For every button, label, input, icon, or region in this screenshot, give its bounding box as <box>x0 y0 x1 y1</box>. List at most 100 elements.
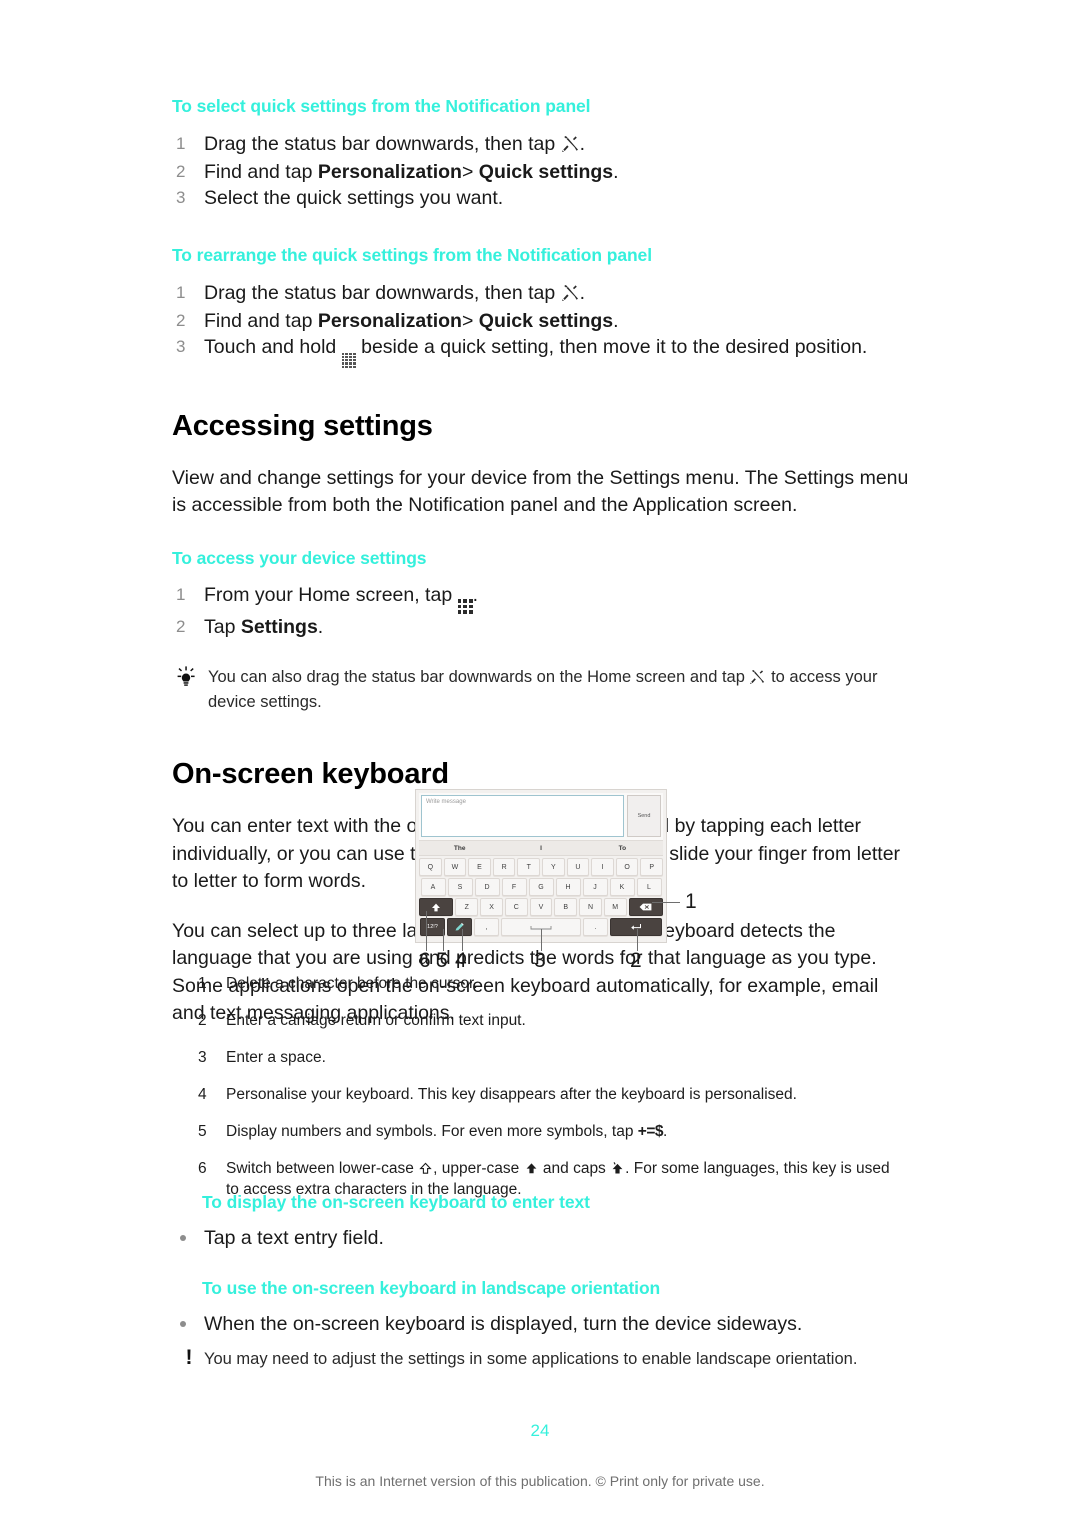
keyboard-rows: Q W E R T Y U I O P A S D F G H J K L Z … <box>418 856 664 936</box>
shift-key[interactable] <box>418 898 454 916</box>
note-text: You may need to adjust the settings in s… <box>204 1350 858 1368</box>
key-u[interactable]: U <box>566 858 590 876</box>
lightbulb-tip-icon <box>174 666 200 688</box>
heading-display-keyboard: To display the on-screen keyboard to ent… <box>202 1192 590 1212</box>
callout-number-5: 5 <box>436 949 448 972</box>
key-j[interactable]: J <box>582 878 608 896</box>
step-item: 2 Tap Settings. <box>172 614 912 640</box>
keyboard-legend-list: 1 Delete a character before the cursor. 2… <box>198 973 898 1216</box>
key-a[interactable]: A <box>420 878 446 896</box>
step-item: 3 Touch and hold beside a quick setting, … <box>172 334 912 368</box>
step-text-tail: . <box>472 583 479 606</box>
step-bold-term: Quick settings <box>478 310 614 332</box>
legend-number: 3 <box>198 1049 207 1066</box>
key-n[interactable]: N <box>579 898 602 916</box>
key-e[interactable]: E <box>468 858 491 876</box>
suggestion-item[interactable]: To <box>582 845 663 852</box>
key-w[interactable]: W <box>443 858 467 876</box>
shift-uppercase-icon <box>525 1160 538 1174</box>
bullet-dot <box>180 1321 186 1327</box>
step-bold-term: Personalization <box>317 310 462 332</box>
key-o[interactable]: O <box>615 858 639 876</box>
step-bold-term: Quick settings <box>478 161 614 183</box>
legend-text: Personalise your keyboard. This key disa… <box>226 1086 797 1103</box>
step-item: 3 Select the quick settings you want. <box>172 185 912 211</box>
comma-key[interactable]: , <box>474 918 499 936</box>
step-number: 3 <box>176 188 186 207</box>
step-text-tail: . <box>613 310 619 332</box>
key-m[interactable]: M <box>603 898 627 916</box>
callout-number-4: 4 <box>455 949 467 972</box>
step-text-tail: . <box>317 616 324 639</box>
key-f[interactable]: F <box>501 878 527 896</box>
key-q[interactable]: Q <box>419 858 442 876</box>
key-i[interactable]: I <box>591 858 614 876</box>
suggestion-item[interactable]: I <box>500 845 581 852</box>
legend-text: Display numbers and symbols. For even mo… <box>226 1123 638 1140</box>
key-v[interactable]: V <box>529 898 553 916</box>
callout-leader-2 <box>637 929 638 951</box>
key-b[interactable]: B <box>554 898 578 916</box>
legend-item: 1 Delete a character before the cursor. <box>198 973 898 994</box>
suggestion-item[interactable]: The <box>419 845 500 852</box>
step-text: Touch and hold <box>204 336 342 358</box>
legend-number: 1 <box>198 975 207 992</box>
personalise-key[interactable] <box>447 918 472 936</box>
keyboard-figure: Write message Send The I To Q W E R T Y … <box>415 789 697 972</box>
key-z[interactable]: Z <box>455 898 479 916</box>
key-g[interactable]: G <box>528 878 554 896</box>
bottom-sections: To display the on-screen keyboard to ent… <box>172 1192 912 1371</box>
callout-leader-5 <box>443 929 444 951</box>
key-t[interactable]: T <box>517 858 540 876</box>
key-y[interactable]: Y <box>542 858 565 876</box>
key-r[interactable]: R <box>492 858 516 876</box>
key-c[interactable]: C <box>504 898 528 916</box>
drag-handle-icon <box>341 352 356 368</box>
backspace-key[interactable] <box>628 898 664 916</box>
legend-item: 5 Display numbers and symbols. For even m… <box>198 1121 898 1142</box>
heading-landscape-keyboard: To use the on-screen keyboard in landsca… <box>202 1278 661 1298</box>
step-item: 1 Drag the status bar downwards, then tap… <box>172 131 912 159</box>
keyboard-row-2: A S D F G H J K L <box>419 878 663 896</box>
compose-area: Write message Send <box>419 793 663 840</box>
settings-wrench-icon <box>561 282 579 308</box>
key-d[interactable]: D <box>474 878 500 896</box>
key-h[interactable]: H <box>555 878 581 896</box>
key-x[interactable]: X <box>480 898 503 916</box>
send-button[interactable]: Send <box>627 795 661 837</box>
symbol-key-label: +=$ <box>637 1123 664 1140</box>
suggestion-bar: The I To <box>419 840 663 856</box>
period-key[interactable]: . <box>583 918 608 936</box>
key-p[interactable]: P <box>640 858 663 876</box>
legend-item: 4 Personalise your keyboard. This key dis… <box>198 1084 898 1105</box>
legend-number: 2 <box>198 1012 207 1029</box>
key-l[interactable]: L <box>636 878 662 896</box>
step-text-tail: . <box>579 282 586 304</box>
key-k[interactable]: K <box>609 878 635 896</box>
step-text: Drag the status bar downwards, then tap <box>204 282 561 304</box>
app-grid-icon <box>457 599 473 615</box>
legend-text-mid: and caps <box>538 1160 611 1177</box>
legend-text-mid: , upper-case <box>433 1160 524 1177</box>
step-text: Find and tap <box>204 161 318 183</box>
legend-text-tail: . <box>663 1123 668 1140</box>
legend-item: 2 Enter a carriage return or confirm text… <box>198 1010 898 1031</box>
callout-leader-3 <box>541 929 542 951</box>
legend-number: 4 <box>198 1086 207 1103</box>
heading-access-device-settings: To access your device settings <box>172 547 427 568</box>
bullet-dot <box>180 1235 186 1241</box>
settings-wrench-icon <box>750 668 765 691</box>
keyboard-row-3: Z X C V B N M <box>418 898 664 916</box>
step-item: 1 From your Home screen, tap . <box>172 582 912 615</box>
keyboard-mockup: Write message Send The I To Q W E R T Y … <box>415 789 667 943</box>
key-s[interactable]: S <box>447 878 473 896</box>
message-input[interactable]: Write message <box>421 795 624 837</box>
callout-leader-4 <box>462 929 463 951</box>
step-text-tail: . <box>613 161 619 183</box>
step-separator: > <box>461 161 479 183</box>
numeric-symbols-key[interactable]: 12!? <box>420 918 445 936</box>
bullets-display-keyboard: Tap a text entry field. <box>172 1225 912 1252</box>
accessing-settings-paragraph: View and change settings for your device… <box>172 466 909 517</box>
callout-leader-1 <box>652 902 680 903</box>
enter-key[interactable] <box>610 918 662 936</box>
